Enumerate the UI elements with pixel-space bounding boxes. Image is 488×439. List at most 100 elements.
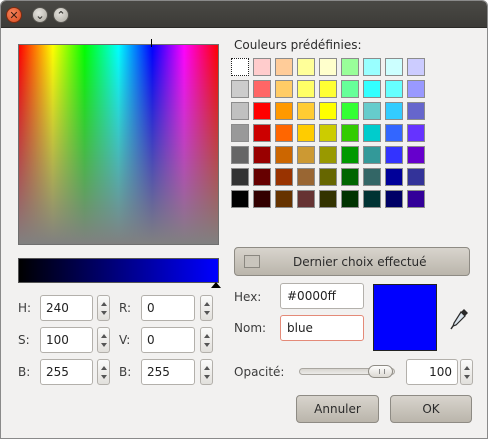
palette-swatch[interactable] — [295, 188, 317, 210]
saturation-input[interactable]: 100 — [40, 327, 93, 353]
value-slider[interactable] — [18, 258, 219, 283]
palette-swatch[interactable] — [251, 144, 273, 166]
last-choice-button[interactable]: Dernier choix effectué — [234, 247, 470, 276]
palette-swatch[interactable] — [229, 100, 251, 122]
palette-swatch[interactable] — [317, 166, 339, 188]
palette-swatch[interactable] — [273, 144, 295, 166]
palette-swatch-color — [231, 124, 249, 142]
palette-swatch[interactable] — [295, 122, 317, 144]
hex-input[interactable]: #0000ff — [280, 283, 364, 309]
saturation-spinner[interactable]: 100 — [40, 327, 112, 353]
opacity-slider-thumb[interactable] — [368, 365, 393, 378]
palette-swatch[interactable] — [383, 56, 405, 78]
palette-swatch[interactable] — [339, 122, 361, 144]
palette-swatch[interactable] — [339, 144, 361, 166]
palette-swatch[interactable] — [317, 78, 339, 100]
blue-spin-arrows[interactable] — [200, 359, 213, 385]
value-slider-marker[interactable] — [211, 282, 221, 288]
palette-swatch[interactable] — [251, 100, 273, 122]
saturation-spin-arrows[interactable] — [97, 327, 110, 353]
green-spin-arrows[interactable] — [200, 327, 213, 353]
palette-swatch[interactable] — [229, 188, 251, 210]
palette-swatch[interactable] — [361, 56, 383, 78]
palette-swatch[interactable] — [273, 166, 295, 188]
hue-spinner[interactable]: 240 — [40, 295, 112, 321]
palette-swatch[interactable] — [251, 122, 273, 144]
palette-swatch[interactable] — [383, 100, 405, 122]
palette-swatch[interactable] — [383, 144, 405, 166]
palette-swatch[interactable] — [317, 122, 339, 144]
ok-button[interactable]: OK — [390, 395, 472, 423]
palette-swatch-color — [341, 58, 359, 76]
palette-swatch[interactable] — [273, 78, 295, 100]
palette-swatch[interactable] — [229, 78, 251, 100]
green-input[interactable]: 0 — [141, 327, 195, 353]
red-input[interactable]: 0 — [141, 295, 195, 321]
palette-swatch[interactable] — [361, 78, 383, 100]
palette-swatch[interactable] — [317, 56, 339, 78]
opacity-spin-arrows[interactable] — [460, 359, 473, 385]
palette-swatch[interactable] — [273, 188, 295, 210]
palette-swatch[interactable] — [405, 144, 427, 166]
palette-swatch[interactable] — [339, 188, 361, 210]
blue-input[interactable]: 255 — [141, 359, 195, 385]
palette-swatch[interactable] — [229, 166, 251, 188]
maximize-window-button[interactable]: ⌃ — [53, 7, 69, 23]
palette-swatch[interactable] — [273, 100, 295, 122]
palette-swatch[interactable] — [317, 144, 339, 166]
palette-swatch[interactable] — [295, 78, 317, 100]
palette-swatch[interactable] — [229, 56, 251, 78]
palette-swatch[interactable] — [405, 78, 427, 100]
palette-swatch[interactable] — [251, 56, 273, 78]
opacity-spinner[interactable]: 100 — [406, 359, 473, 385]
hue-spin-arrows[interactable] — [97, 295, 110, 321]
palette-swatch[interactable] — [405, 166, 427, 188]
palette-swatch[interactable] — [273, 122, 295, 144]
palette-swatch[interactable] — [361, 144, 383, 166]
palette-swatch[interactable] — [405, 122, 427, 144]
palette-swatch[interactable] — [339, 166, 361, 188]
palette-swatch[interactable] — [405, 188, 427, 210]
palette-swatch[interactable] — [317, 188, 339, 210]
palette-swatch[interactable] — [251, 188, 273, 210]
palette-swatch[interactable] — [383, 188, 405, 210]
red-spin-arrows[interactable] — [200, 295, 213, 321]
close-window-button[interactable]: ✕ — [6, 7, 22, 23]
hue-input[interactable]: 240 — [40, 295, 93, 321]
blue-spinner[interactable]: 255 — [141, 359, 215, 385]
palette-swatch[interactable] — [383, 166, 405, 188]
palette-swatch[interactable] — [361, 166, 383, 188]
minimize-window-button[interactable]: ⌄ — [32, 7, 48, 23]
palette-swatch[interactable] — [295, 144, 317, 166]
palette-swatch[interactable] — [405, 100, 427, 122]
palette-swatch[interactable] — [361, 188, 383, 210]
brightness-spin-arrows[interactable] — [97, 359, 110, 385]
palette-swatch[interactable] — [339, 56, 361, 78]
eyedropper-button[interactable] — [448, 307, 470, 331]
palette-swatch[interactable] — [339, 78, 361, 100]
palette-swatch[interactable] — [295, 56, 317, 78]
color-name-input[interactable]: blue — [280, 315, 364, 341]
palette-swatch[interactable] — [229, 122, 251, 144]
palette-swatch[interactable] — [273, 56, 295, 78]
palette-swatch[interactable] — [361, 122, 383, 144]
palette-swatch[interactable] — [405, 56, 427, 78]
green-spinner[interactable]: 0 — [141, 327, 215, 353]
palette-swatch[interactable] — [295, 166, 317, 188]
hue-saturation-marker[interactable] — [151, 39, 152, 47]
brightness-spinner[interactable]: 255 — [40, 359, 112, 385]
palette-swatch[interactable] — [383, 122, 405, 144]
palette-swatch[interactable] — [383, 78, 405, 100]
palette-swatch[interactable] — [317, 100, 339, 122]
palette-swatch[interactable] — [229, 144, 251, 166]
opacity-input[interactable]: 100 — [406, 359, 458, 385]
brightness-input[interactable]: 255 — [40, 359, 93, 385]
palette-swatch[interactable] — [251, 78, 273, 100]
hue-saturation-picker[interactable] — [18, 44, 219, 245]
palette-swatch[interactable] — [339, 100, 361, 122]
cancel-button[interactable]: Annuler — [296, 395, 379, 423]
palette-swatch[interactable] — [251, 166, 273, 188]
palette-swatch[interactable] — [295, 100, 317, 122]
palette-swatch[interactable] — [361, 100, 383, 122]
red-spinner[interactable]: 0 — [141, 295, 215, 321]
